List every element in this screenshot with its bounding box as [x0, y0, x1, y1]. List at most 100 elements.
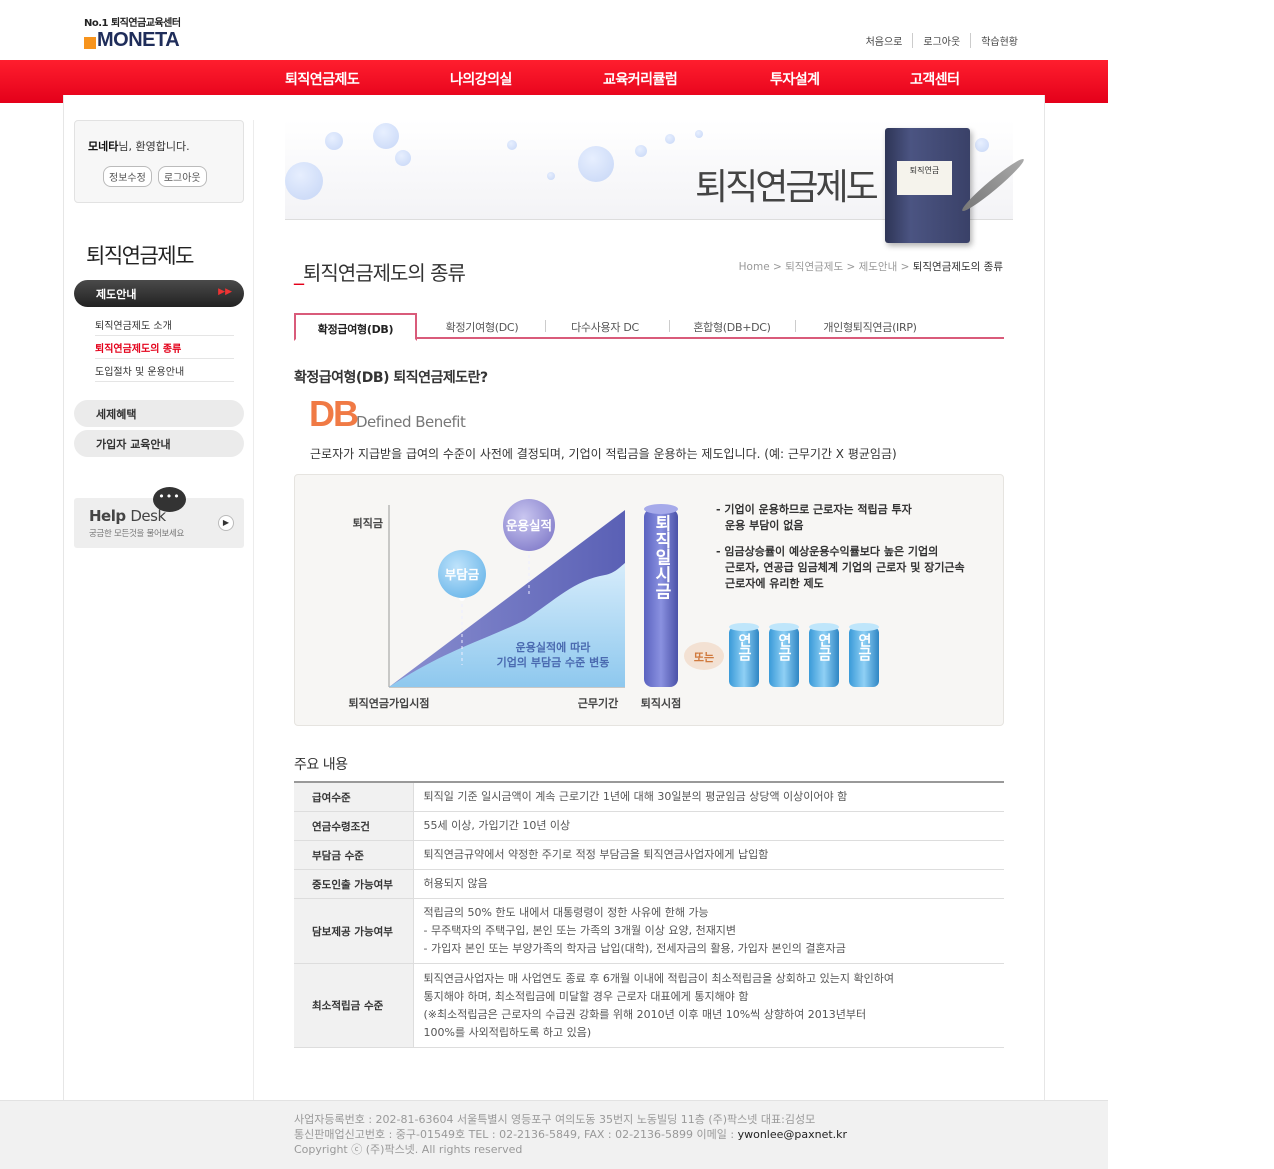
banner-title: 퇴직연금제도 — [695, 167, 879, 208]
title-accent: _ — [294, 261, 304, 285]
footer-contact-text: 통신판매업신고번호 : 중구-01549호 TEL : 02-2136-5849… — [294, 1128, 738, 1141]
user-name: 모네타 — [88, 140, 119, 153]
logo-tagline: No.1 퇴직연금교육센터 — [84, 18, 181, 29]
sidebar-item-label: 제도안내 — [96, 288, 137, 301]
breadcrumb-guide[interactable]: 제도안내 — [859, 261, 898, 273]
sidebar-sub-types[interactable]: 퇴직연금제도의 종류 — [95, 336, 234, 359]
db-abbreviation: DB — [309, 393, 359, 434]
decor-circle — [975, 138, 989, 152]
sidebar-item-member-education[interactable]: 가입자 교육안내 — [74, 430, 244, 457]
breadcrumb-pension[interactable]: 퇴직연금제도 — [785, 261, 843, 273]
nav-retirement-pension[interactable]: 퇴직연금제도 — [285, 69, 360, 89]
row-value-line: (※최소적립금은 근로자의 수급권 강화를 위해 2010년 이후 매년 10%… — [423, 1007, 867, 1021]
db-description: 근로자가 지급받을 급여의 수준이 사전에 결정되며, 기업이 적립금을 운용하… — [310, 447, 897, 461]
row-key: 급여수준 — [294, 782, 414, 812]
home-link[interactable]: 처음으로 — [856, 33, 913, 48]
row-value: 퇴직일 기준 일시금액이 계속 근로기간 1년에 대해 30일분의 평균임금 상… — [413, 782, 1004, 812]
nav-customer-center[interactable]: 고객센터 — [910, 69, 960, 89]
welcome-text: 모네타님, 환영합니다. — [88, 138, 190, 154]
footer-copyright: Copyright ⓒ (주)팍스넷. All rights reserved — [294, 1143, 523, 1156]
nav-curriculum[interactable]: 교육커리큘럼 — [603, 69, 678, 89]
table-row: 담보제공 가능여부 적립금의 50% 한도 내에서 대통령령이 정한 사유에 한해… — [294, 898, 1004, 964]
login-box: 모네타님, 환영합니다. 정보수정 로그아웃 — [74, 120, 244, 203]
play-arrow-icon[interactable]: ▶ — [218, 515, 234, 531]
main-content-table: 급여수준 퇴직일 기준 일시금액이 계속 근로기간 1년에 대해 30일분의 평균… — [294, 781, 1004, 1048]
nav-my-classroom[interactable]: 나의강의실 — [450, 69, 512, 89]
contribution-bubble-label: 부담금 — [445, 567, 480, 582]
table-row: 연금수령조건 55세 이상, 가입기간 10년 이상 — [294, 811, 1004, 841]
row-value: 적립금의 50% 한도 내에서 대통령령이 정한 사유에 한해 가능 - 무주택자… — [413, 898, 1004, 964]
edit-info-button[interactable]: 정보수정 — [103, 166, 152, 187]
study-status-link[interactable]: 학습현황 — [970, 33, 1028, 48]
logout-button[interactable]: 로그아웃 — [157, 166, 207, 187]
db-diagram: 부담금 운용실적 운용실적에 따라 기업의 부담금 수준 변동 퇴직금 퇴직연금… — [294, 474, 1004, 726]
help-desk-title: Help Desk — [89, 507, 166, 525]
sidebar-item-system-guide[interactable]: 제도안내 ▶▶ — [74, 280, 244, 307]
row-value: 퇴직연금사업자는 매 사업연도 종료 후 6개월 이내에 적립금이 최소적립금을… — [413, 963, 1004, 1048]
x-start-label: 퇴직연금가입시점 — [349, 696, 430, 710]
section-banner: 퇴직연금제도 퇴직연금 — [285, 120, 1027, 243]
breadcrumb-current: 퇴직연금제도의 종류 — [912, 261, 1003, 273]
page-title-text: 퇴직연금제도의 종류 — [303, 261, 466, 285]
y-axis-label: 퇴직금 — [353, 516, 383, 530]
area-note-2: 기업의 부담금 수준 변동 — [497, 655, 610, 669]
help-desk-subtitle: 궁금한 모든것을 물어보세요 — [89, 529, 185, 539]
tab-db[interactable]: 확정급여형(DB) — [294, 313, 417, 341]
utility-links: 처음으로 로그아웃 학습현황 — [856, 33, 1028, 48]
decor-circle — [695, 130, 703, 138]
row-value: 퇴직연금규약에서 약정한 주기로 적정 부담금을 퇴직연금사업자에게 납입함 — [413, 840, 1004, 870]
pension-label-2: 연금 — [776, 633, 792, 662]
row-value-line: 퇴직일 기준 일시금액이 계속 근로기간 1년에 대해 30일분의 평균임금 상… — [423, 790, 848, 803]
row-value: 허용되지 않음 — [413, 869, 1004, 899]
note-2a: - 임금상승률이 예상운용수익률보다 높은 기업의 — [716, 544, 938, 558]
logout-link[interactable]: 로그아웃 — [912, 33, 970, 48]
decor-circle — [325, 132, 343, 150]
book-label: 퇴직연금 — [897, 161, 952, 195]
retire-point-label: 퇴직시점 — [641, 696, 681, 710]
help-title-part1: Help — [89, 507, 126, 525]
db-diagram-graphic: 부담금 운용실적 운용실적에 따라 기업의 부담금 수준 변동 퇴직금 퇴직연금… — [349, 499, 965, 710]
decor-circle — [635, 145, 647, 157]
row-key: 담보제공 가능여부 — [294, 898, 414, 964]
pension-label-3: 연금 — [816, 633, 832, 662]
decor-circle — [373, 123, 399, 149]
sidebar-item-tax-benefit[interactable]: 세제혜택 — [74, 400, 244, 427]
sidebar-sub-procedure[interactable]: 도입절차 및 운용안내 — [95, 359, 234, 382]
pension-label-1: 연금 — [736, 633, 752, 662]
breadcrumb-home[interactable]: Home — [739, 261, 770, 273]
tab-dc[interactable]: 확정기여형(DC) — [420, 313, 544, 339]
table-row: 부담금 수준 퇴직연금규약에서 약정한 주기로 적정 부담금을 퇴직연금사업자에게… — [294, 840, 1004, 870]
performance-bubble-label: 운용실적 — [506, 518, 552, 533]
row-value-line: - 가입자 본인 또는 부양가족의 학자금 납입(대학), 전세자금의 활용, … — [423, 942, 846, 955]
db-full-name: Defined Benefit — [356, 413, 466, 431]
decor-circle — [578, 146, 614, 182]
footer-business-info: 사업자등록번호 : 202-81-63604 서울특별시 영등포구 여의도동 3… — [294, 1113, 816, 1126]
sidebar-title: 퇴직연금제도 — [86, 244, 194, 268]
double-chevron-icon: ▶▶ — [218, 287, 232, 297]
logo[interactable]: No.1 퇴직연금교육센터 MONETA — [84, 14, 181, 52]
row-value-line: 100%를 사외적립하도록 하고 있음) — [423, 1025, 592, 1039]
x-end-label: 근무기간 — [578, 696, 618, 710]
top-header: No.1 퇴직연금교육센터 MONETA 처음으로 로그아웃 학습현황 — [0, 0, 1108, 60]
or-label: 또는 — [694, 651, 714, 664]
row-key: 중도인출 가능여부 — [294, 869, 414, 899]
tab-hybrid[interactable]: 혼합형(DB+DC) — [670, 313, 794, 339]
row-value: 55세 이상, 가입기간 10년 이상 — [413, 811, 1004, 841]
table-row: 최소적립금 수준 퇴직연금사업자는 매 사업연도 종료 후 6개월 이내에 적립금… — [294, 963, 1004, 1048]
footer: 사업자등록번호 : 202-81-63604 서울특별시 영등포구 여의도동 3… — [0, 1100, 1108, 1169]
lump-sum-cylinder-top — [644, 504, 678, 514]
footer-contact: 통신판매업신고번호 : 중구-01549호 TEL : 02-2136-5849… — [294, 1127, 847, 1142]
column-divider — [253, 120, 254, 1100]
footer-email-link[interactable]: ywonlee@paxnet.kr — [738, 1128, 847, 1141]
sidebar-sub-intro[interactable]: 퇴직연금제도 소개 — [95, 313, 234, 336]
tab-multi-employer-dc[interactable]: 다수사용자 DC — [546, 313, 664, 339]
nav-investment-plan[interactable]: 투자설계 — [770, 69, 820, 89]
chat-bubble-icon: ••• — [153, 487, 186, 512]
tab-irp[interactable]: 개인형퇴직연금(IRP) — [796, 313, 944, 339]
logo-mark-icon — [84, 36, 96, 49]
row-value-line: 통지해야 하며, 최소적립금에 미달할 경우 근로자 대표에게 통지해야 함 — [423, 989, 749, 1003]
row-value-line: - 무주택자의 주택구입, 본인 또는 가족의 3개월 이상 요양, 천재지변 — [423, 924, 737, 937]
row-key: 최소적립금 수준 — [294, 963, 414, 1048]
row-key: 부담금 수준 — [294, 840, 414, 870]
welcome-suffix: 님, 환영합니다. — [118, 140, 190, 153]
